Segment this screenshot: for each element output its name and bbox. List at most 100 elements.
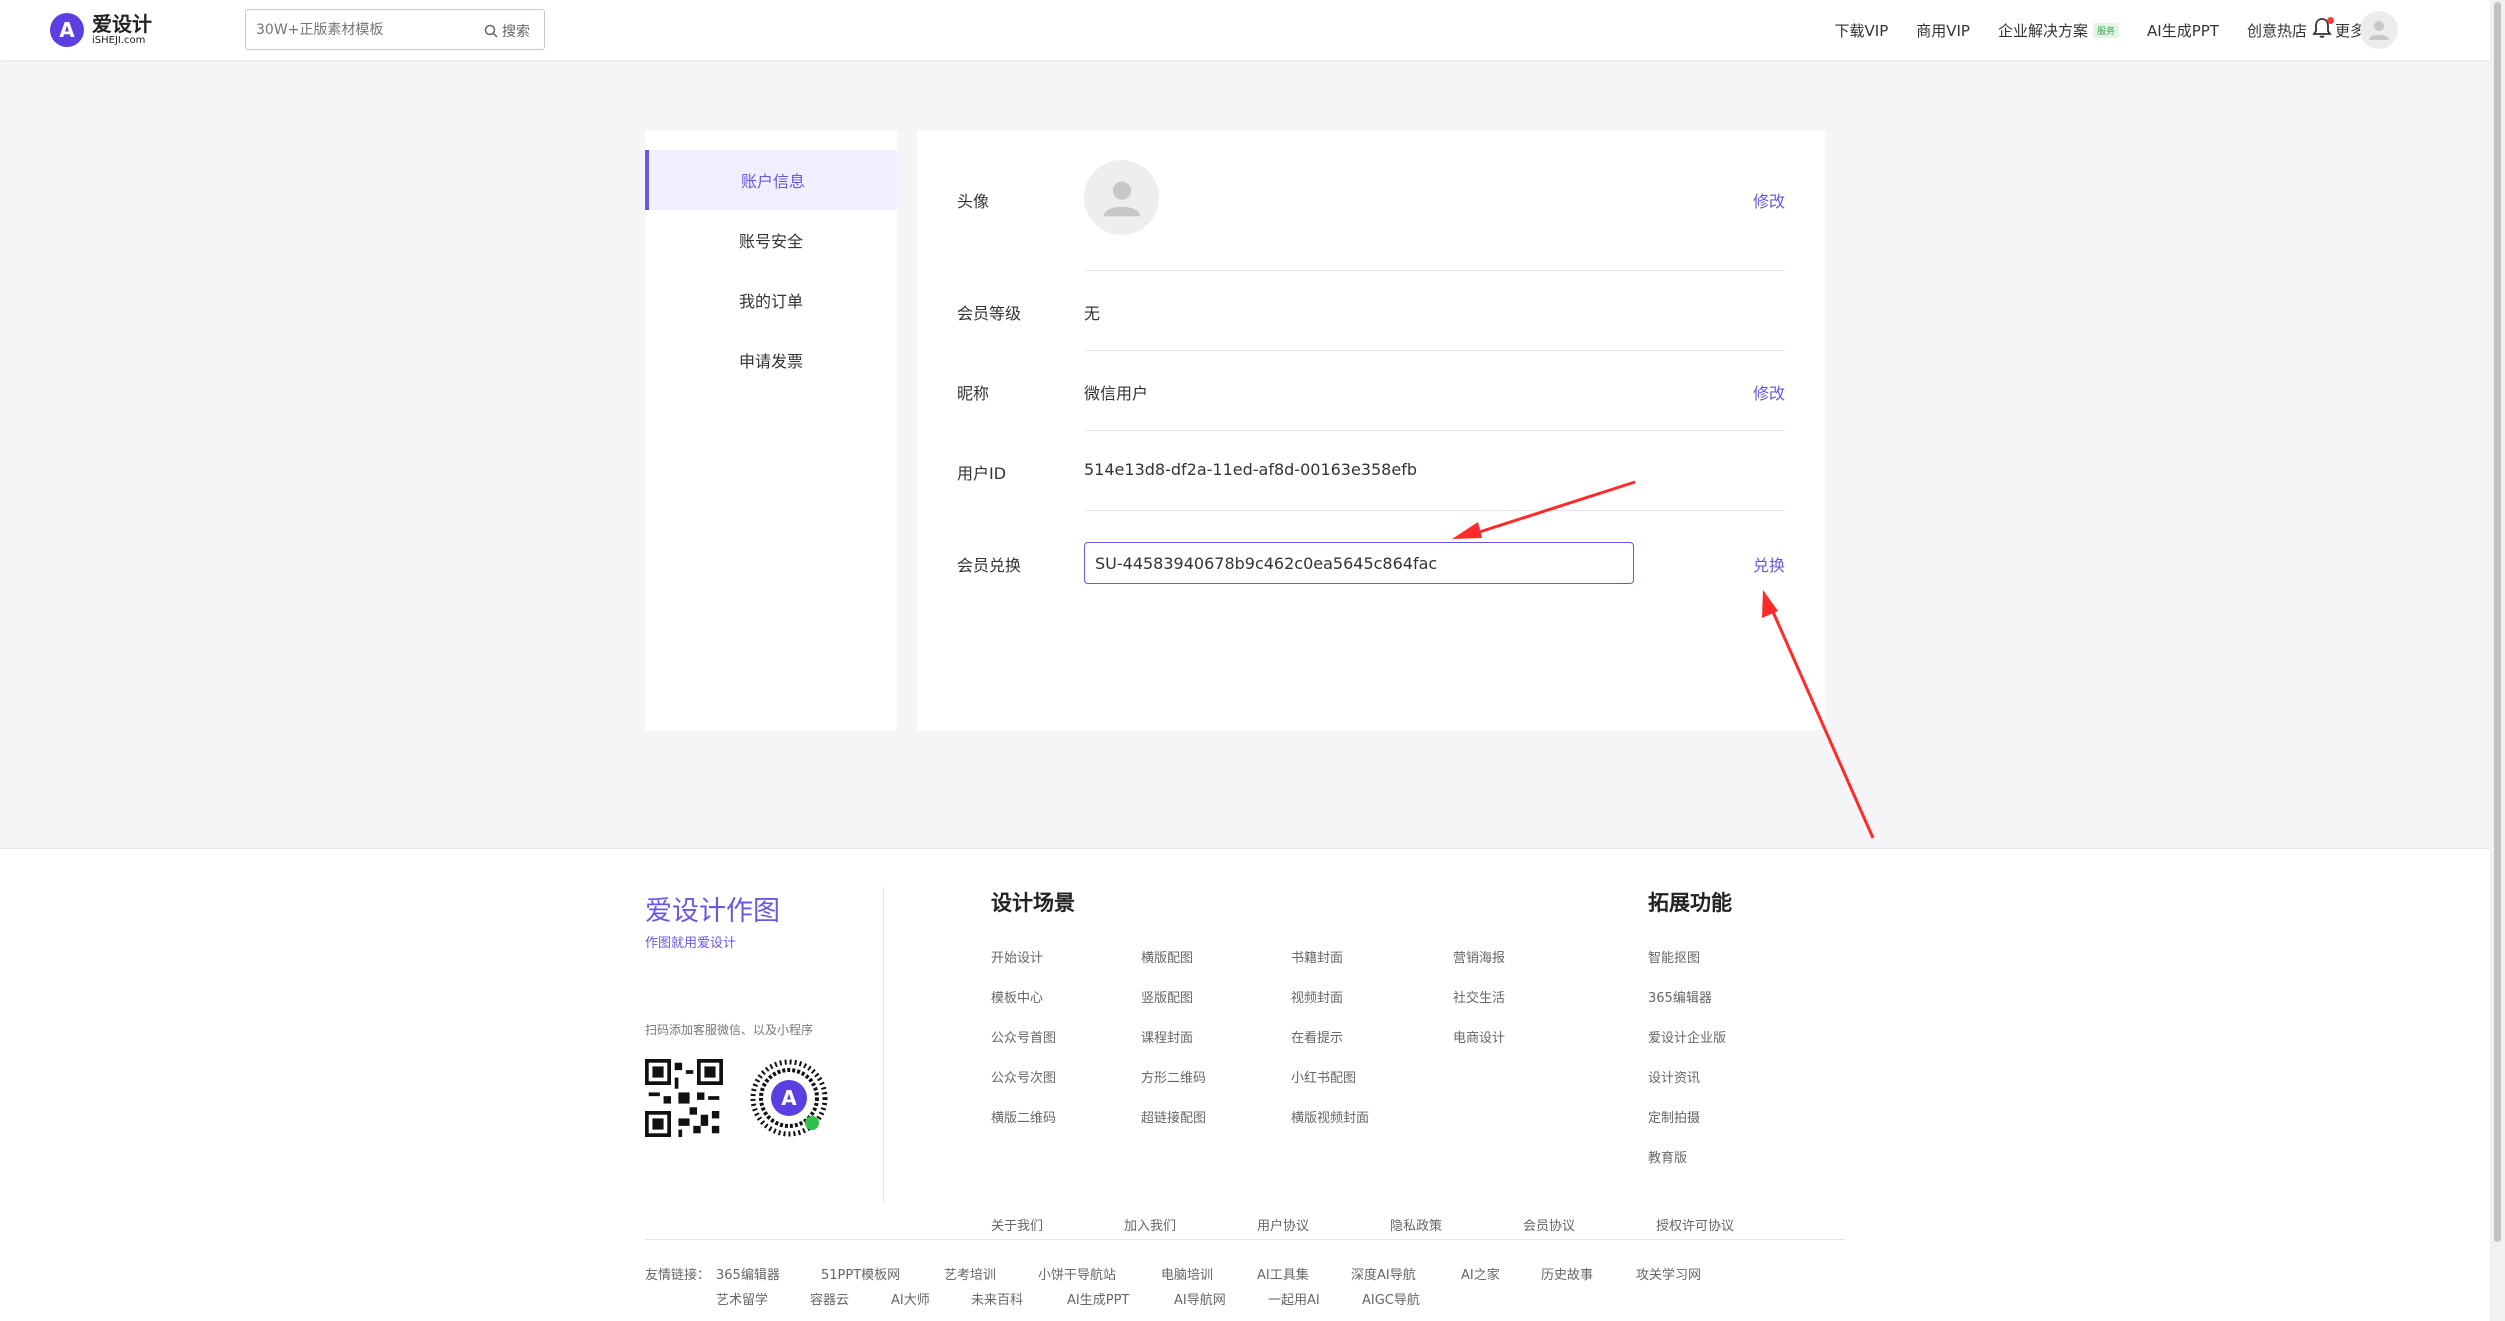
profile-avatar[interactable]	[1084, 160, 1159, 235]
footer-divider	[883, 887, 884, 1202]
nav-label: 创意热店	[2246, 21, 2307, 40]
sidebar-item-label: 我的订单	[738, 292, 803, 311]
footer-brand[interactable]: 爱设计作图	[645, 889, 780, 928]
nav-label: 商用VIP	[1916, 21, 1970, 40]
account-sidebar: 账户信息 账号安全 我的订单 申请发票	[645, 130, 897, 730]
friend-link[interactable]: AI工具集	[1257, 1264, 1309, 1283]
friend-link[interactable]: 电脑培训	[1161, 1264, 1213, 1283]
ext-link[interactable]: 教育版	[1648, 1147, 1687, 1166]
friend-link[interactable]: AI大师	[891, 1289, 930, 1308]
scrollbar-thumb[interactable]	[2494, 2, 2501, 1242]
nav-commercial-vip[interactable]: 商用VIP	[1916, 20, 1970, 41]
nav-enterprise[interactable]: 企业解决方案 服务	[1997, 20, 2120, 41]
friend-link[interactable]: 365编辑器	[716, 1264, 780, 1283]
friend-link[interactable]: AIGC导航	[1362, 1289, 1420, 1308]
sidebar-item-account-info[interactable]: 账户信息	[645, 150, 897, 210]
friend-link[interactable]: AI生成PPT	[1067, 1289, 1129, 1308]
nav-label: 企业解决方案	[1997, 21, 2088, 40]
scene-link[interactable]: 公众号次图	[991, 1067, 1056, 1086]
search-input[interactable]	[256, 20, 476, 40]
footer-hline	[645, 1239, 1845, 1240]
logo-title: 爱设计	[92, 12, 152, 36]
user-agreement-link[interactable]: 用户协议	[1257, 1215, 1309, 1234]
edit-nickname-link[interactable]: 修改	[1753, 380, 1785, 404]
friend-link[interactable]: 小饼干导航站	[1038, 1264, 1116, 1283]
member-level-value: 无	[1084, 304, 1101, 323]
friend-link[interactable]: AI导航网	[1174, 1289, 1226, 1308]
user-icon	[2369, 21, 2389, 40]
license-link[interactable]: 授权许可协议	[1656, 1215, 1734, 1234]
scene-link[interactable]: 横版二维码	[991, 1107, 1056, 1126]
scene-link[interactable]: 竖版配图	[1141, 987, 1193, 1006]
scene-link[interactable]: 公众号首图	[991, 1027, 1056, 1046]
join-link[interactable]: 加入我们	[1124, 1215, 1176, 1234]
ext-heading: 拓展功能	[1648, 891, 1732, 915]
svg-text:A: A	[781, 1086, 797, 1110]
redeem-button[interactable]: 兑换	[1753, 552, 1785, 576]
friend-link[interactable]: 攻关学习网	[1636, 1264, 1701, 1283]
scene-link[interactable]: 电商设计	[1453, 1027, 1505, 1046]
scene-link[interactable]: 方形二维码	[1141, 1067, 1206, 1086]
scene-link[interactable]: 在看提示	[1291, 1027, 1343, 1046]
notification-dot	[2327, 17, 2334, 24]
avatar-label: 头像	[957, 192, 990, 211]
friend-link[interactable]: 容器云	[810, 1289, 849, 1308]
site-logo[interactable]: A 爱设计 iSHEJI.com	[50, 13, 152, 47]
scene-link[interactable]: 横版配图	[1141, 947, 1193, 966]
page-scrollbar[interactable]	[2490, 0, 2505, 1321]
member-agreement-link[interactable]: 会员协议	[1523, 1215, 1575, 1234]
divider	[1084, 510, 1785, 511]
sidebar-item-label: 账号安全	[738, 232, 803, 251]
nav-label: 下载VIP	[1834, 21, 1889, 40]
friend-link[interactable]: 深度AI导航	[1351, 1264, 1416, 1283]
mini-program-code-icon: A	[750, 1059, 828, 1137]
service-badge: 服务	[2093, 22, 2120, 38]
user-avatar[interactable]	[2360, 11, 2398, 49]
scenes-heading: 设计场景	[991, 891, 1075, 915]
scene-link[interactable]: 横版视频封面	[1291, 1107, 1369, 1126]
scene-link[interactable]: 开始设计	[991, 947, 1043, 966]
sidebar-item-invoice[interactable]: 申请发票	[645, 330, 897, 390]
notification-button[interactable]	[2312, 17, 2334, 43]
nav-creative[interactable]: 创意热店	[2247, 20, 2307, 41]
ext-link[interactable]: 爱设计企业版	[1648, 1027, 1726, 1046]
user-icon	[1103, 181, 1140, 216]
scene-link[interactable]: 模板中心	[991, 987, 1043, 1006]
nav-download-vip[interactable]: 下载VIP	[1835, 20, 1889, 41]
scene-link[interactable]: 超链接配图	[1141, 1107, 1206, 1126]
ext-link[interactable]: 365编辑器	[1648, 987, 1712, 1006]
nav-ai-ppt[interactable]: AI生成PPT	[2147, 20, 2219, 41]
search-button-label: 搜索	[502, 24, 530, 40]
friend-link[interactable]: 未来百科	[971, 1289, 1023, 1308]
friend-link[interactable]: 艺术留学	[716, 1289, 768, 1308]
scene-link[interactable]: 小红书配图	[1291, 1067, 1356, 1086]
ext-link[interactable]: 定制拍摄	[1648, 1107, 1700, 1126]
search-button[interactable]: 搜索	[484, 21, 530, 41]
privacy-link[interactable]: 隐私政策	[1390, 1215, 1442, 1234]
redeem-code-input[interactable]	[1084, 542, 1634, 584]
friend-link[interactable]: AI之家	[1461, 1264, 1500, 1283]
friend-link[interactable]: 51PPT模板网	[821, 1264, 900, 1283]
scene-link[interactable]: 视频封面	[1291, 987, 1343, 1006]
page-footer: 爱设计作图 作图就用爱设计 扫码添加客服微信、以及小程序 A 设计场景 拓展功能…	[0, 848, 2490, 1321]
friend-link[interactable]: 艺考培训	[944, 1264, 996, 1283]
top-nav: 下载VIP 商用VIP 企业解决方案 服务 AI生成PPT 创意热店 更多	[1835, 0, 2380, 60]
edit-avatar-link[interactable]: 修改	[1753, 188, 1785, 212]
ext-link[interactable]: 智能抠图	[1648, 947, 1700, 966]
scene-link[interactable]: 课程封面	[1141, 1027, 1193, 1046]
sidebar-item-security[interactable]: 账号安全	[645, 210, 897, 270]
search-box: 搜索	[245, 9, 545, 50]
friend-links-label: 友情链接：	[645, 1268, 711, 1283]
friend-link[interactable]: 历史故事	[1541, 1264, 1593, 1283]
scene-link[interactable]: 书籍封面	[1291, 947, 1343, 966]
friend-link[interactable]: 一起用AI	[1268, 1289, 1320, 1308]
ext-link[interactable]: 设计资讯	[1648, 1067, 1700, 1086]
scene-link[interactable]: 营销海报	[1453, 947, 1505, 966]
user-id-label: 用户ID	[957, 464, 1007, 483]
sidebar-item-orders[interactable]: 我的订单	[645, 270, 897, 330]
footer-slogan: 作图就用爱设计	[645, 936, 737, 951]
scene-link[interactable]: 社交生活	[1453, 987, 1505, 1006]
redeem-label: 会员兑换	[957, 556, 1022, 575]
about-link[interactable]: 关于我们	[991, 1215, 1043, 1234]
logo-mark-icon: A	[50, 13, 84, 47]
